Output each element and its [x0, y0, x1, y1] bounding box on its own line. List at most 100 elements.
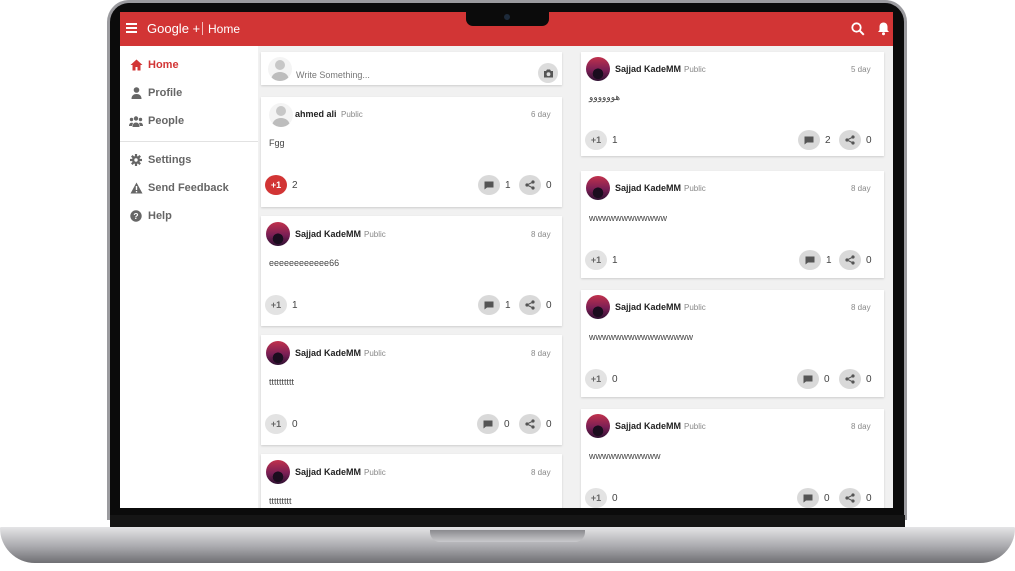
sidebar-item-settings[interactable]: Settings	[129, 154, 191, 166]
post-author[interactable]: ahmed ali	[295, 109, 337, 119]
compose-box[interactable]: Write Something...	[261, 52, 562, 85]
avatar[interactable]	[266, 341, 290, 365]
post-author[interactable]: Sajjad KadeMM	[615, 64, 681, 74]
plus-one-count: 1	[612, 135, 618, 146]
share-button[interactable]	[839, 369, 861, 389]
avatar[interactable]	[269, 103, 293, 127]
avatar[interactable]	[266, 460, 290, 484]
share-count: 0	[546, 180, 552, 191]
search-icon[interactable]	[851, 22, 865, 36]
avatar[interactable]	[266, 222, 290, 246]
plus-one-button[interactable]: +1	[265, 175, 287, 195]
post-time: 6 day	[531, 110, 551, 119]
share-icon	[845, 374, 855, 384]
share-icon	[845, 135, 855, 145]
post-author[interactable]: Sajjad KadeMM	[615, 183, 681, 193]
avatar[interactable]	[586, 57, 610, 81]
post-card: Sajjad KadeMM Public 8 day wwwwwwwwwwww …	[581, 171, 884, 278]
post-time: 8 day	[851, 184, 871, 193]
sidebar-divider	[120, 141, 258, 142]
post-card: ahmed ali Public 6 day Fgg +1 2 1 0	[261, 97, 562, 207]
post-text: هوووووو	[589, 92, 621, 102]
plus-one-button[interactable]: +1	[585, 130, 607, 150]
sidebar-item-label: Profile	[148, 87, 183, 99]
person-icon	[129, 87, 143, 99]
post-text: ttttttttt	[269, 496, 292, 506]
compose-input[interactable]: Write Something...	[296, 70, 370, 80]
post-text: wwwwwwwwwwwwwwww	[589, 332, 693, 342]
app-title[interactable]: Google +	[147, 21, 200, 36]
post-visibility: Public	[364, 349, 386, 358]
post-visibility: Public	[684, 303, 706, 312]
sidebar-item-label: People	[148, 115, 185, 127]
share-button[interactable]	[519, 295, 541, 315]
sidebar-item-people[interactable]: People	[129, 115, 184, 127]
comment-button[interactable]	[799, 250, 821, 270]
share-button[interactable]	[839, 250, 861, 270]
post-author[interactable]: Sajjad KadeMM	[295, 348, 361, 358]
share-button[interactable]	[519, 414, 541, 434]
sidebar-item-help[interactable]: ? Help	[129, 210, 172, 222]
avatar[interactable]	[586, 176, 610, 200]
comment-button[interactable]	[797, 488, 819, 508]
title-separator	[202, 22, 203, 35]
share-button[interactable]	[839, 130, 861, 150]
post-card: Sajjad KadeMM Public 8 day wwwwwwwwwww +…	[581, 409, 884, 508]
avatar[interactable]	[586, 295, 610, 319]
sidebar: Home Profile People Settings Send Feedba…	[120, 46, 258, 508]
share-button[interactable]	[519, 175, 541, 195]
post-time: 8 day	[531, 349, 551, 358]
plus-one-count: 1	[292, 300, 298, 311]
post-card: Sajjad KadeMM Public 8 day eeeeeeeeeeee6…	[261, 216, 562, 326]
share-icon	[845, 255, 855, 265]
post-time: 8 day	[851, 303, 871, 312]
plus-one-button[interactable]: +1	[265, 414, 287, 434]
menu-icon[interactable]	[126, 23, 137, 33]
plus-one-button[interactable]: +1	[585, 488, 607, 508]
share-count: 0	[866, 493, 872, 504]
plus-one-count: 1	[612, 255, 618, 266]
bell-icon[interactable]	[877, 21, 890, 36]
comment-button[interactable]	[478, 295, 500, 315]
post-visibility: Public	[684, 184, 706, 193]
post-time: 8 day	[531, 468, 551, 477]
comment-button[interactable]	[478, 175, 500, 195]
comment-count: 1	[505, 300, 511, 311]
post-time: 5 day	[851, 65, 871, 74]
laptop-lid-groove	[430, 530, 585, 542]
comment-button[interactable]	[797, 369, 819, 389]
comment-count: 0	[824, 374, 830, 385]
post-author[interactable]: Sajjad KadeMM	[295, 467, 361, 477]
plus-one-button[interactable]: +1	[585, 369, 607, 389]
comment-icon	[803, 375, 813, 383]
gear-icon	[129, 154, 143, 166]
post-author[interactable]: Sajjad KadeMM	[615, 421, 681, 431]
comment-button[interactable]	[477, 414, 499, 434]
avatar	[268, 57, 292, 81]
post-visibility: Public	[341, 110, 363, 119]
plus-one-count: 2	[292, 180, 298, 191]
sidebar-item-label: Help	[148, 210, 172, 222]
camera-notch	[466, 10, 549, 26]
camera-button[interactable]	[538, 63, 558, 83]
post-text: wwwwwwwwwwww	[589, 213, 667, 223]
share-button[interactable]	[839, 488, 861, 508]
plus-one-button[interactable]: +1	[585, 250, 607, 270]
avatar[interactable]	[586, 414, 610, 438]
sidebar-item-send-feedback[interactable]: Send Feedback	[129, 182, 229, 194]
plus-one-button[interactable]: +1	[265, 295, 287, 315]
help-icon: ?	[129, 210, 143, 222]
warning-icon	[129, 182, 143, 194]
sidebar-item-profile[interactable]: Profile	[129, 87, 182, 99]
share-count: 0	[866, 374, 872, 385]
sidebar-item-label: Home	[148, 59, 179, 71]
share-icon	[525, 419, 535, 429]
sidebar-item-home[interactable]: Home	[129, 59, 179, 71]
post-author[interactable]: Sajjad KadeMM	[615, 302, 681, 312]
comment-count: 0	[504, 419, 510, 430]
post-card: Sajjad KadeMM Public 8 day tttttttttt +1…	[261, 335, 562, 445]
comment-icon	[484, 301, 494, 309]
comment-icon	[484, 181, 494, 189]
comment-button[interactable]	[798, 130, 820, 150]
post-author[interactable]: Sajjad KadeMM	[295, 229, 361, 239]
